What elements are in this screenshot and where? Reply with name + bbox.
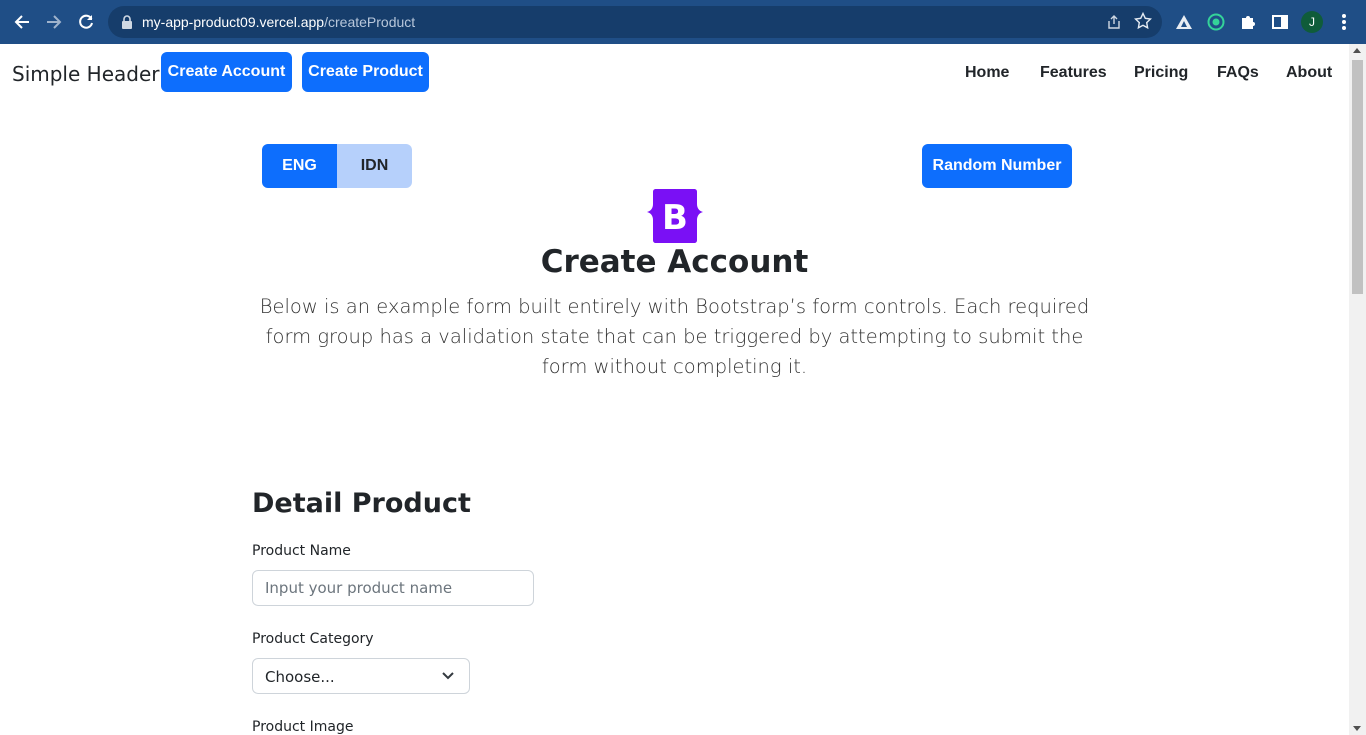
scroll-up-icon[interactable] — [1353, 48, 1361, 53]
product-category-select[interactable]: Choose... — [252, 658, 470, 694]
star-icon[interactable] — [1134, 12, 1152, 30]
site-header: Simple Header Create Account Create Prod… — [0, 44, 1349, 100]
url-text: my-app-product09.vercel.app/createProduc… — [142, 14, 416, 30]
forward-icon[interactable] — [42, 10, 66, 34]
address-bar[interactable]: my-app-product09.vercel.app/createProduc… — [108, 6, 1162, 38]
nav-pricing[interactable]: Pricing — [1134, 64, 1188, 82]
product-image-label: Product Image — [252, 719, 354, 735]
profile-avatar[interactable]: J — [1301, 11, 1323, 33]
sidepanel-icon[interactable] — [1270, 12, 1290, 32]
scroll-down-icon[interactable] — [1353, 726, 1361, 731]
svg-text:B: B — [662, 198, 688, 238]
share-icon[interactable] — [1106, 14, 1122, 30]
product-name-label: Product Name — [252, 543, 351, 559]
product-name-input[interactable] — [252, 570, 534, 606]
extension-circle-icon[interactable] — [1206, 12, 1226, 32]
create-account-button[interactable]: Create Account — [161, 52, 292, 92]
puzzle-icon[interactable] — [1238, 12, 1258, 32]
chevron-down-icon — [442, 672, 454, 680]
create-product-button[interactable]: Create Product — [302, 52, 429, 92]
section-title: Detail Product — [252, 488, 471, 519]
lock-icon — [122, 15, 132, 29]
nav-home[interactable]: Home — [965, 64, 1009, 82]
browser-toolbar: my-app-product09.vercel.app/createProduc… — [0, 0, 1366, 44]
lead-paragraph: Below is an example form built entirely … — [259, 295, 1090, 378]
nav-faqs[interactable]: FAQs — [1217, 64, 1259, 82]
nav-features[interactable]: Features — [1040, 64, 1107, 82]
reload-icon[interactable] — [74, 10, 98, 34]
scroll-thumb[interactable] — [1352, 60, 1363, 294]
back-icon[interactable] — [10, 10, 34, 34]
page-scrollbar[interactable] — [1349, 44, 1366, 735]
extension-drive-icon[interactable] — [1174, 12, 1194, 32]
nav-about[interactable]: About — [1286, 64, 1332, 82]
product-category-label: Product Category — [252, 631, 374, 647]
language-toggle: ENG IDN — [262, 144, 412, 188]
random-number-button[interactable]: Random Number — [922, 144, 1072, 188]
bootstrap-logo: B — [647, 189, 703, 243]
lang-idn-button[interactable]: IDN — [337, 144, 412, 188]
page-title: Create Account — [540, 244, 809, 280]
menu-icon[interactable] — [1334, 12, 1354, 32]
lang-eng-button[interactable]: ENG — [262, 144, 337, 188]
product-category-value: Choose... — [265, 668, 335, 686]
brand-title[interactable]: Simple Header — [12, 62, 159, 86]
